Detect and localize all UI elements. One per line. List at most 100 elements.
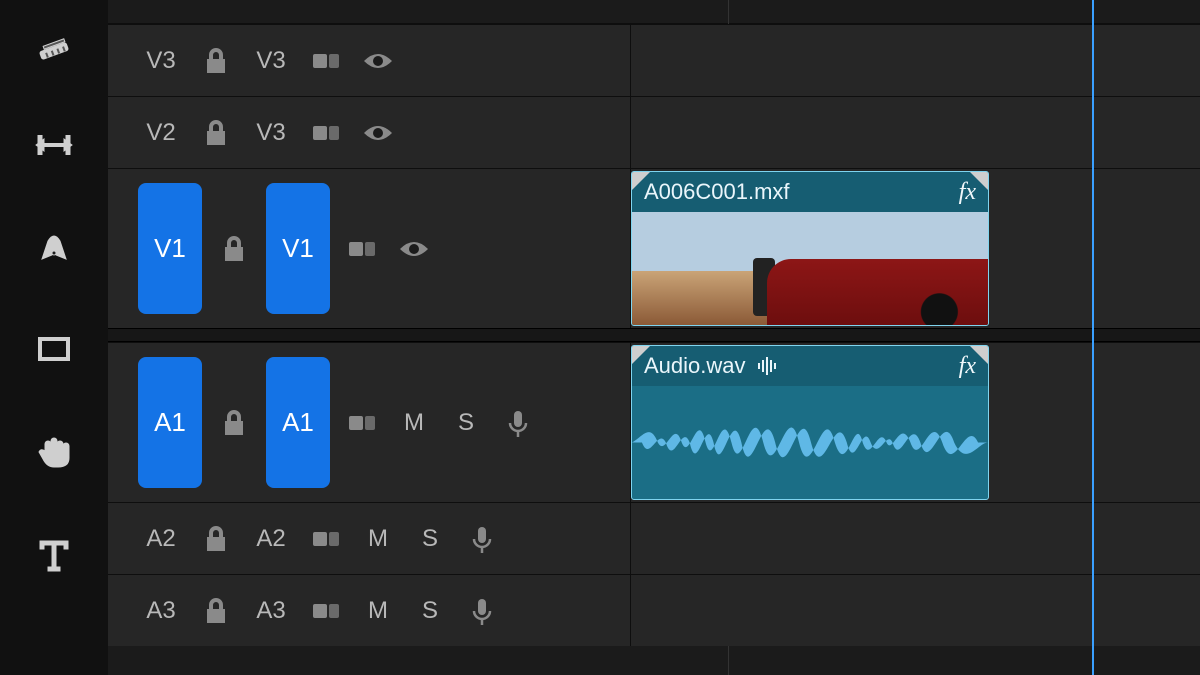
track-lane-v2[interactable]: [630, 97, 1200, 168]
track-a3: A3 A3 M S: [108, 574, 1200, 646]
track-header-a3: A3 A3 M S: [108, 575, 630, 646]
type-tool[interactable]: [31, 530, 77, 576]
hand-tool[interactable]: [31, 428, 77, 474]
clip-name: A006C001.mxf: [644, 179, 790, 205]
lock-toggle-a3[interactable]: [196, 591, 236, 631]
track-lane-a1[interactable]: Audio.wav fx: [630, 343, 1200, 502]
clip-titlebar: Audio.wav fx: [632, 346, 988, 386]
fx-badge[interactable]: fx: [959, 179, 976, 206]
filmstrip-icon: [310, 523, 342, 555]
track-lane-a3[interactable]: [630, 575, 1200, 646]
mute-toggle-a1[interactable]: M: [394, 409, 434, 437]
track-header-a1: A1 A1 M S: [108, 343, 630, 502]
voiceover-record-a1[interactable]: [498, 403, 538, 443]
track-header-v2: V2 V3: [108, 97, 630, 168]
track-target-v3[interactable]: V3: [248, 25, 294, 96]
source-patch-a3[interactable]: A3: [138, 575, 184, 646]
source-patch-a2[interactable]: A2: [138, 503, 184, 574]
time-ruler[interactable]: [108, 0, 1200, 24]
track-target-v1[interactable]: V1: [266, 183, 330, 314]
source-patch-v3[interactable]: V3: [138, 25, 184, 96]
razor-tool[interactable]: [31, 20, 77, 66]
microphone-icon: [466, 523, 498, 555]
solo-toggle-a1[interactable]: S: [446, 409, 486, 437]
filmstrip-icon: [310, 117, 342, 149]
filmstrip-icon: [310, 45, 342, 77]
lock-toggle-v1[interactable]: [214, 229, 254, 269]
sync-lock-a3[interactable]: [306, 591, 346, 631]
microphone-icon: [466, 595, 498, 627]
lock-icon: [200, 117, 232, 149]
video-clip[interactable]: A006C001.mxf fx: [631, 171, 989, 326]
track-visibility-v2[interactable]: [358, 113, 398, 153]
source-patch-a1[interactable]: A1: [138, 357, 202, 488]
track-visibility-v1[interactable]: [394, 229, 434, 269]
ripple-edit-icon: [34, 125, 74, 165]
track-target-a1[interactable]: A1: [266, 357, 330, 488]
lock-icon: [200, 523, 232, 555]
track-v2: V2 V3: [108, 96, 1200, 168]
track-header-v1: V1 V1: [108, 169, 630, 328]
eye-icon: [398, 233, 430, 265]
track-lane-v1[interactable]: A006C001.mxf fx: [630, 169, 1200, 328]
lock-toggle-v2[interactable]: [196, 113, 236, 153]
track-header-v3: V3 V3: [108, 25, 630, 96]
lock-icon: [200, 45, 232, 77]
track-target-a3[interactable]: A3: [248, 575, 294, 646]
lock-icon: [200, 595, 232, 627]
av-divider[interactable]: [108, 328, 1200, 342]
pen-tool[interactable]: [31, 224, 77, 270]
clip-thumbnail: [632, 212, 988, 325]
track-visibility-v3[interactable]: [358, 41, 398, 81]
filmstrip-icon: [346, 233, 378, 265]
razor-icon: [34, 23, 74, 63]
solo-toggle-a3[interactable]: S: [410, 597, 450, 625]
track-v3: V3 V3: [108, 24, 1200, 96]
lock-icon: [218, 407, 250, 439]
track-target-a2[interactable]: A2: [248, 503, 294, 574]
mute-toggle-a2[interactable]: M: [358, 525, 398, 553]
eye-icon: [362, 117, 394, 149]
lock-icon: [218, 233, 250, 265]
rectangle-icon: [34, 329, 74, 369]
microphone-icon: [502, 407, 534, 439]
tracks-container: V3 V3 V2 V3: [108, 24, 1200, 646]
track-target-v2[interactable]: V3: [248, 97, 294, 168]
solo-toggle-a2[interactable]: S: [410, 525, 450, 553]
clip-waveform: [632, 386, 988, 499]
voiceover-record-a2[interactable]: [462, 519, 502, 559]
sync-lock-v3[interactable]: [306, 41, 346, 81]
lock-toggle-a1[interactable]: [214, 403, 254, 443]
timeline-panel: V3 V3 V2 V3: [108, 0, 1200, 675]
fx-badge[interactable]: fx: [959, 353, 976, 380]
clip-titlebar: A006C001.mxf fx: [632, 172, 988, 212]
track-header-a2: A2 A2 M S: [108, 503, 630, 574]
ripple-edit-tool[interactable]: [31, 122, 77, 168]
track-a2: A2 A2 M S: [108, 502, 1200, 574]
sync-lock-a2[interactable]: [306, 519, 346, 559]
voiceover-record-a3[interactable]: [462, 591, 502, 631]
clip-name: Audio.wav: [644, 353, 746, 379]
waveform-icon: [756, 356, 780, 376]
hand-icon: [34, 431, 74, 471]
audio-clip[interactable]: Audio.wav fx: [631, 345, 989, 500]
eye-icon: [362, 45, 394, 77]
track-lane-a2[interactable]: [630, 503, 1200, 574]
pen-icon: [34, 227, 74, 267]
sync-lock-v2[interactable]: [306, 113, 346, 153]
source-patch-v2[interactable]: V2: [138, 97, 184, 168]
track-a1: A1 A1 M S Audio.wav: [108, 342, 1200, 502]
sync-lock-v1[interactable]: [342, 229, 382, 269]
source-patch-v1[interactable]: V1: [138, 183, 202, 314]
filmstrip-icon: [310, 595, 342, 627]
filmstrip-icon: [346, 407, 378, 439]
lock-toggle-v3[interactable]: [196, 41, 236, 81]
type-icon: [34, 533, 74, 573]
track-lane-v3[interactable]: [630, 25, 1200, 96]
rectangle-tool[interactable]: [31, 326, 77, 372]
track-v1: V1 V1 A006C001.mxf fx: [108, 168, 1200, 328]
sync-lock-a1[interactable]: [342, 403, 382, 443]
mute-toggle-a3[interactable]: M: [358, 597, 398, 625]
tool-rail: [0, 0, 108, 675]
lock-toggle-a2[interactable]: [196, 519, 236, 559]
